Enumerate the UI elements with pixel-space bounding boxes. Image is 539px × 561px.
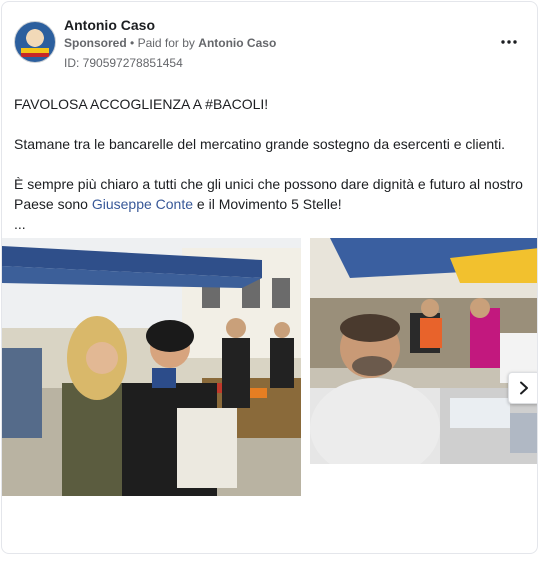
more-horizontal-icon	[501, 40, 517, 44]
meta-separator: •	[130, 36, 135, 50]
carousel-next-button[interactable]	[508, 372, 537, 404]
more-options-button[interactable]	[497, 32, 521, 52]
carousel-photo-1[interactable]	[2, 238, 301, 496]
post-line-3-end: e il Movimento 5 Stelle!	[193, 196, 342, 212]
market-photo-1	[2, 238, 301, 496]
paid-for-prefix: Paid for by	[137, 36, 195, 50]
chevron-right-icon	[520, 381, 528, 395]
author-name[interactable]: Antonio Caso	[64, 17, 155, 33]
paid-for-name: Antonio Caso	[198, 36, 277, 50]
carousel-photo-2[interactable]	[310, 238, 537, 464]
see-more-ellipsis[interactable]: ...	[14, 214, 534, 234]
post-body: FAVOLOSA ACCOGLIENZA A #BACOLI! Stamane …	[14, 94, 534, 234]
ad-card: Antonio Caso Sponsored • Paid for by Ant…	[1, 1, 538, 554]
giuseppe-conte-link[interactable]: Giuseppe Conte	[92, 196, 193, 212]
author-avatar[interactable]	[14, 21, 56, 63]
sponsored-label: Sponsored	[64, 36, 127, 50]
post-line-3: È sempre più chiaro a tutti che gli unic…	[14, 174, 534, 214]
post-line-2: Stamane tra le bancarelle del mercatino …	[14, 136, 506, 152]
sponsored-meta: Sponsored • Paid for by Antonio Caso	[64, 36, 276, 50]
ad-id: ID: 790597278851454	[64, 56, 183, 70]
market-photo-2	[310, 238, 537, 464]
post-line-1: FAVOLOSA ACCOGLIENZA A #BACOLI!	[14, 96, 269, 112]
